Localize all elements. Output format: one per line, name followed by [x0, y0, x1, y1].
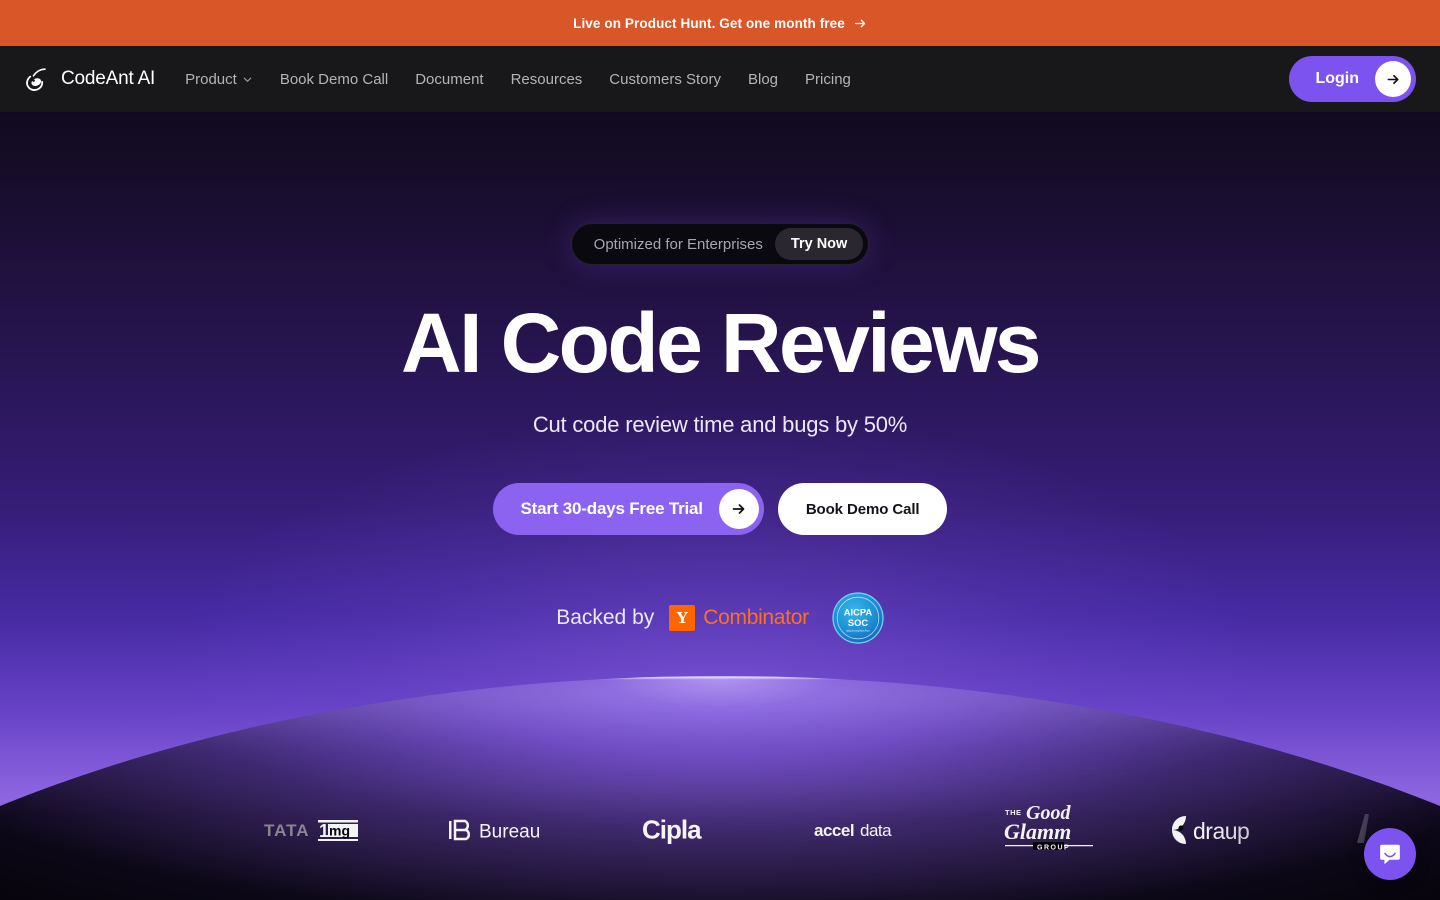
arrow-right-icon	[854, 19, 866, 27]
main-navigation: CodeAnt AI Product Book Demo Call Docume…	[0, 46, 1440, 112]
cipla-logo: Cipla	[642, 815, 703, 845]
backed-by-label: Backed by	[556, 606, 655, 629]
enterprise-badge[interactable]: Optimized for Enterprises Try Now	[570, 223, 870, 265]
chat-launcher-button[interactable]	[1364, 828, 1416, 880]
svg-text:SOC: SOC	[848, 618, 869, 628]
enterprise-badge-label: Optimized for Enterprises	[593, 235, 763, 253]
nav-item-pricing[interactable]: Pricing	[805, 71, 851, 88]
page-title: AI Code Reviews	[401, 296, 1041, 390]
good-glamm-group-logo: THE Good Glamm GROUP	[1004, 802, 1093, 852]
cta-arrow-circle	[718, 489, 759, 529]
backed-by-row: Backed by Y Combinator AICPA SOC aicpa.o…	[556, 592, 884, 644]
svg-text:1: 1	[319, 821, 329, 841]
landing-page: Live on Product Hunt. Get one month free…	[0, 0, 1440, 900]
nav-item-label: Product	[185, 70, 237, 88]
draup-logo: draup	[1172, 816, 1250, 844]
svg-text:mg: mg	[329, 823, 350, 839]
nav-item-resources[interactable]: Resources	[511, 71, 583, 88]
announcement-bar[interactable]: Live on Product Hunt. Get one month free	[0, 0, 1440, 46]
codeant-ant-logo-icon	[26, 68, 46, 91]
svg-text:data: data	[860, 821, 892, 840]
nav-item-blog[interactable]: Blog	[748, 71, 778, 88]
svg-text:GROUP: GROUP	[1037, 845, 1070, 852]
customer-logo-good-glamm-group[interactable]: THE Good Glamm GROUP	[1002, 800, 1096, 860]
nav-item-document[interactable]: Document	[415, 71, 483, 88]
svg-text:draup: draup	[1193, 818, 1249, 844]
arrow-right-icon	[1387, 74, 1399, 84]
start-free-trial-label: Start 30-days Free Trial	[520, 499, 703, 518]
svg-text:THE: THE	[1005, 808, 1022, 817]
customer-logo-cipla[interactable]: Cipla	[642, 800, 742, 860]
chevron-down-icon	[243, 77, 252, 82]
customer-logos-marquee: TATA 1 mg Bureau Cipla accel data THE Go…	[0, 760, 1440, 900]
login-arrow-circle	[1375, 61, 1411, 97]
bureau-logo: Bureau	[449, 819, 540, 843]
nav-item-label: Resources	[510, 70, 583, 88]
svg-text:TATA: TATA	[264, 821, 310, 840]
brand-logo[interactable]: CodeAnt AI	[24, 65, 155, 93]
customer-logo-tata-1mg[interactable]: TATA 1 mg	[264, 800, 376, 860]
svg-text:Cipla: Cipla	[642, 815, 702, 845]
nav-item-product[interactable]: Product	[185, 71, 253, 88]
svg-text:AICPA: AICPA	[844, 607, 873, 617]
chat-bubble-icon	[1380, 844, 1400, 865]
nav-item-label: Book Demo Call	[279, 70, 389, 88]
customer-logo-draup[interactable]: draup	[1168, 800, 1280, 860]
svg-text:aicpa.org/soc4so: aicpa.org/soc4so	[846, 629, 870, 633]
tata-1mg-logo: TATA 1 mg	[264, 820, 358, 841]
cta-row: Start 30-days Free Trial Book Demo Call	[492, 483, 948, 535]
page-subtitle: Cut code review time and bugs by 50%	[532, 412, 908, 437]
announcement-text: Live on Product Hunt. Get one month free	[573, 15, 845, 31]
svg-text:Bureau: Bureau	[479, 822, 540, 843]
customer-logo-acceldata[interactable]: accel data	[814, 800, 930, 860]
arrow-right-icon	[732, 504, 745, 514]
start-free-trial-button[interactable]: Start 30-days Free Trial	[492, 483, 764, 535]
acceldata-logo: accel data	[814, 821, 893, 840]
nav-links: Product Book Demo Call Document Resource…	[185, 71, 851, 88]
brand-name: CodeAnt AI	[61, 68, 156, 89]
y-combinator-logo[interactable]: Y Combinator	[669, 605, 809, 631]
nav-item-book-demo-call[interactable]: Book Demo Call	[280, 71, 388, 88]
announcement-link[interactable]: Live on Product Hunt. Get one month free	[573, 16, 867, 31]
y-combinator-name: Combinator	[703, 606, 809, 629]
y-combinator-mark: Y	[669, 605, 696, 631]
try-now-chip[interactable]: Try Now	[774, 228, 864, 260]
nav-item-label: Document	[415, 70, 484, 88]
hero-section: Optimized for Enterprises Try Now AI Cod…	[0, 112, 1440, 900]
nav-item-customers-story[interactable]: Customers Story	[609, 71, 721, 88]
nav-item-label: Blog	[748, 70, 779, 88]
login-button-label: Login	[1315, 70, 1359, 87]
svg-text:accel: accel	[814, 821, 854, 840]
nav-item-label: Customers Story	[609, 70, 721, 88]
book-demo-call-button[interactable]: Book Demo Call	[777, 483, 948, 535]
svg-text:Glamm: Glamm	[1004, 819, 1071, 844]
login-button[interactable]: Login	[1289, 56, 1416, 102]
nav-item-label: Pricing	[805, 70, 851, 88]
aicpa-soc-seal-icon[interactable]: AICPA SOC aicpa.org/soc4so	[832, 592, 884, 644]
customer-logos-track: TATA 1 mg Bureau Cipla accel data THE Go…	[0, 800, 1392, 860]
customer-logo-bureau[interactable]: Bureau	[448, 800, 570, 860]
